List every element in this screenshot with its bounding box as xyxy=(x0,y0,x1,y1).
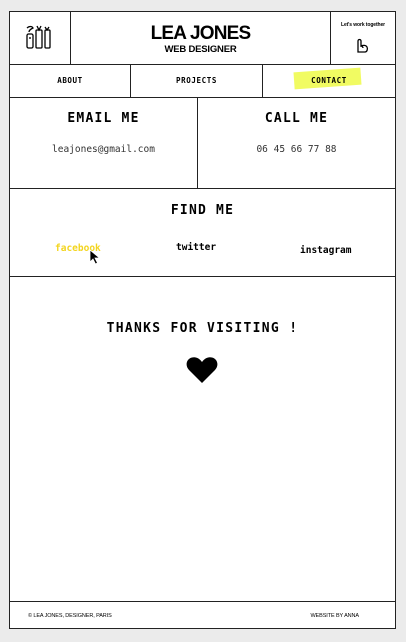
work-together-label: Let's work together xyxy=(340,22,386,28)
thanks-message: THANKS FOR VISITING ! xyxy=(106,321,299,336)
instagram-link[interactable]: instagram xyxy=(300,245,351,256)
call-block: CALL ME 06 45 66 77 88 xyxy=(198,98,395,188)
brand-role: WEB DESIGNER xyxy=(164,44,237,55)
footer: © LEA JONES, DESIGNER, PARIS WEBSITE BY … xyxy=(10,602,395,629)
thanks-section: THANKS FOR VISITING ! xyxy=(10,277,395,602)
footer-credit[interactable]: WEBSITE BY ANNA xyxy=(310,613,359,619)
call-title: CALL ME xyxy=(264,111,329,126)
design-tools-icon xyxy=(26,25,51,49)
work-together-link[interactable]: Let's work together xyxy=(330,12,395,64)
phone-number[interactable]: 06 45 66 77 88 xyxy=(198,144,395,155)
find-me-section: FIND ME facebook twitter instagram xyxy=(10,189,395,277)
nav-projects[interactable]: PROJECTS xyxy=(131,65,263,97)
nav-about[interactable]: ABOUT xyxy=(10,65,131,97)
nav-contact[interactable]: CONTACT xyxy=(263,65,395,97)
nav-contact-label: CONTACT xyxy=(311,76,347,85)
email-address[interactable]: leajones@gmail.com xyxy=(10,144,197,155)
heart-icon xyxy=(186,357,218,383)
nav-about-label: ABOUT xyxy=(57,76,83,85)
find-me-title: FIND ME xyxy=(170,203,235,218)
page: LEA JONES WEB DESIGNER Let's work togeth… xyxy=(9,11,396,629)
brand: LEA JONES WEB DESIGNER xyxy=(71,12,330,64)
mouse-pointer-icon xyxy=(89,249,101,265)
footer-copyright: © LEA JONES, DESIGNER, PARIS xyxy=(28,613,112,619)
main-nav: ABOUT PROJECTS CONTACT xyxy=(10,65,395,98)
contact-section: EMAIL ME leajones@gmail.com CALL ME 06 4… xyxy=(10,98,395,189)
brand-name: LEA JONES xyxy=(150,23,252,44)
email-title: EMAIL ME xyxy=(67,111,140,126)
nav-projects-label: PROJECTS xyxy=(176,76,217,85)
flexed-arm-icon xyxy=(357,38,369,53)
header: LEA JONES WEB DESIGNER Let's work togeth… xyxy=(10,12,395,65)
logo[interactable] xyxy=(10,12,71,64)
twitter-link[interactable]: twitter xyxy=(176,242,216,253)
email-block: EMAIL ME leajones@gmail.com xyxy=(10,98,198,188)
